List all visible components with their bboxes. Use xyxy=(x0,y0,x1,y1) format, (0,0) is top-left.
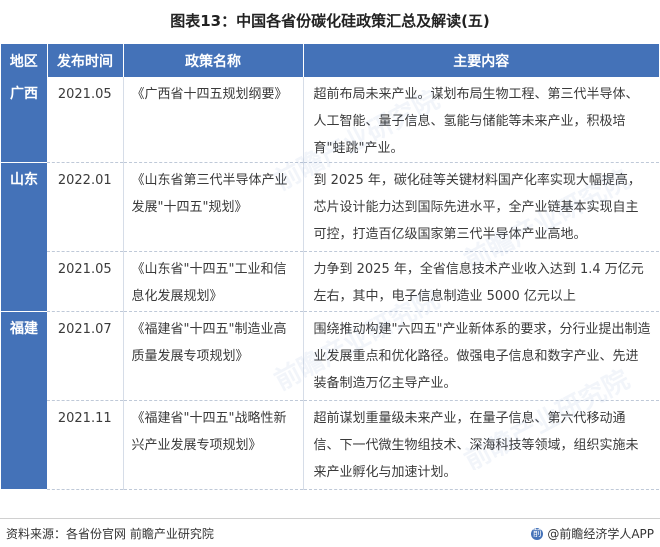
content-cell: 力争到 2025 年，全省信息技术产业收入达到 1.4 万亿元左右，其中，电子信… xyxy=(303,251,659,312)
policy-cell: 《山东省第三代半导体产业发展"十四五"规划》 xyxy=(123,162,304,252)
header-date: 发布时间 xyxy=(47,44,124,77)
content-cell: 超前布局未来产业。谋划布局生物工程、第三代半导体、人工智能、量子信息、氢能与储能… xyxy=(303,77,659,163)
content-cell: 到 2025 年，碳化硅等关键材料国产化率实现大幅提高，芯片设计能力达到国际先进… xyxy=(303,162,659,252)
region-cell: 山东 xyxy=(1,162,47,312)
footer: 资料来源：各省份官网 前瞻产业研究院 前 @前瞻经济学人APP xyxy=(0,518,660,547)
brand-logo-icon: 前 xyxy=(531,527,544,540)
table-row: 2021.05 《山东省"十四五"工业和信息化发展规划》 力争到 2025 年，… xyxy=(1,251,659,312)
chart-title: 图表13：中国各省份碳化硅政策汇总及解读(五) xyxy=(170,11,490,30)
content-cell: 超前谋划重量级未来产业，在量子信息、第六代移动通信、下一代微生物组技术、深海科技… xyxy=(303,400,659,490)
policy-cell: 《广西省十四五规划纲要》 xyxy=(123,77,304,163)
policy-cell: 《福建省"十四五"制造业高质量发展专项规划》 xyxy=(123,311,304,401)
content-cell: 围绕推动构建"六四五"产业新体系的要求，分行业提出制造业发展重点和优化路径。做强… xyxy=(303,311,659,401)
table-row: 山东 2022.01 《山东省第三代半导体产业发展"十四五"规划》 到 2025… xyxy=(1,162,659,312)
table-header-row: 地区 发布时间 政策名称 主要内容 xyxy=(1,44,659,77)
date-cell: 2021.05 xyxy=(47,77,124,163)
date-cell: 2022.01 xyxy=(47,162,124,252)
table-row: 2021.11 《福建省"十四五"战略性新兴产业发展专项规划》 超前谋划重量级未… xyxy=(1,400,659,490)
date-cell: 2021.11 xyxy=(47,400,124,490)
source-note: 资料来源：各省份官网 前瞻产业研究院 xyxy=(6,527,214,541)
brand-credit: 前 @前瞻经济学人APP xyxy=(531,525,654,542)
header-policy: 政策名称 xyxy=(123,44,304,77)
region-cell: 福建 xyxy=(1,311,47,490)
header-content: 主要内容 xyxy=(303,44,659,77)
region-cell: 广西 xyxy=(1,77,47,163)
policy-cell: 《山东省"十四五"工业和信息化发展规划》 xyxy=(123,251,304,312)
policy-cell: 《福建省"十四五"战略性新兴产业发展专项规划》 xyxy=(123,400,304,490)
date-cell: 2021.05 xyxy=(47,251,124,312)
brand-credit-text: @前瞻经济学人APP xyxy=(547,527,654,541)
table-row: 广西 2021.05 《广西省十四五规划纲要》 超前布局未来产业。谋划布局生物工… xyxy=(1,77,659,163)
header-region: 地区 xyxy=(1,44,48,77)
table-row: 福建 2021.07 《福建省"十四五"制造业高质量发展专项规划》 围绕推动构建… xyxy=(1,311,659,490)
policy-table: 地区 发布时间 政策名称 主要内容 广西 2021.05 《广西省十四五规划纲要… xyxy=(1,44,659,490)
date-cell: 2021.07 xyxy=(47,311,124,401)
